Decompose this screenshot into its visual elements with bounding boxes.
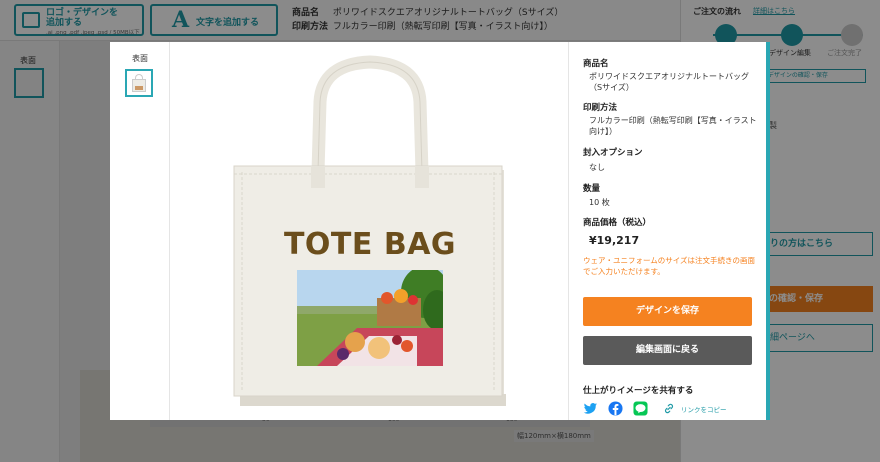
bag-preview: TOTE BAG (170, 42, 568, 420)
print-method-value: フルカラー印刷（熱転写印刷【写真・イラスト向け】） (589, 116, 757, 136)
share-row: リンクをコピー (583, 401, 763, 417)
save-design-button[interactable]: デザインを保存 (583, 297, 752, 326)
preview-modal: 表面 TOTE BAG 商品名 ポリワイドスクエアオリジナルトートバッグ（Sサイ… (110, 42, 770, 420)
picnic-photo (297, 270, 443, 366)
price-label: 商品価格（税込） (583, 218, 652, 228)
copy-link[interactable]: リンクをコピー (681, 404, 727, 414)
share-label: 仕上がりイメージを共有する (583, 386, 694, 396)
quantity-label: 数量 (583, 184, 601, 194)
facebook-icon[interactable] (608, 401, 623, 416)
link-icon[interactable] (663, 401, 675, 416)
back-to-editor-button[interactable]: 編集画面に戻る (583, 336, 752, 365)
quantity-value: 10 枚 (589, 198, 610, 207)
twitter-icon[interactable] (583, 401, 598, 416)
print-method-label: 印刷方法 (583, 103, 618, 113)
size-note-warning: ウェア・ユニフォームのサイズは注文手続きの画面でご入力いただけます。 (583, 256, 756, 276)
line-icon[interactable] (633, 401, 648, 416)
panel-scrollbar[interactable] (766, 42, 770, 420)
enclosure-value: なし (589, 163, 605, 172)
order-summary-panel: 商品名 ポリワイドスクエアオリジナルトートバッグ（Sサイズ） 印刷方法 フルカラ… (568, 42, 770, 420)
bag-print-text: TOTE BAG (283, 227, 457, 262)
enclosure-label: 封入オプション (583, 148, 643, 158)
modal-face-label: 表面 (132, 54, 148, 63)
modal-face-list: 表面 (110, 42, 170, 420)
price-value: ¥19,217 (589, 234, 640, 247)
product-name-value: ポリワイドスクエアオリジナルトートバッグ（Sサイズ） (589, 72, 749, 92)
product-name-label: 商品名 (583, 59, 609, 69)
modal-face-thumbnail[interactable] (125, 69, 153, 97)
